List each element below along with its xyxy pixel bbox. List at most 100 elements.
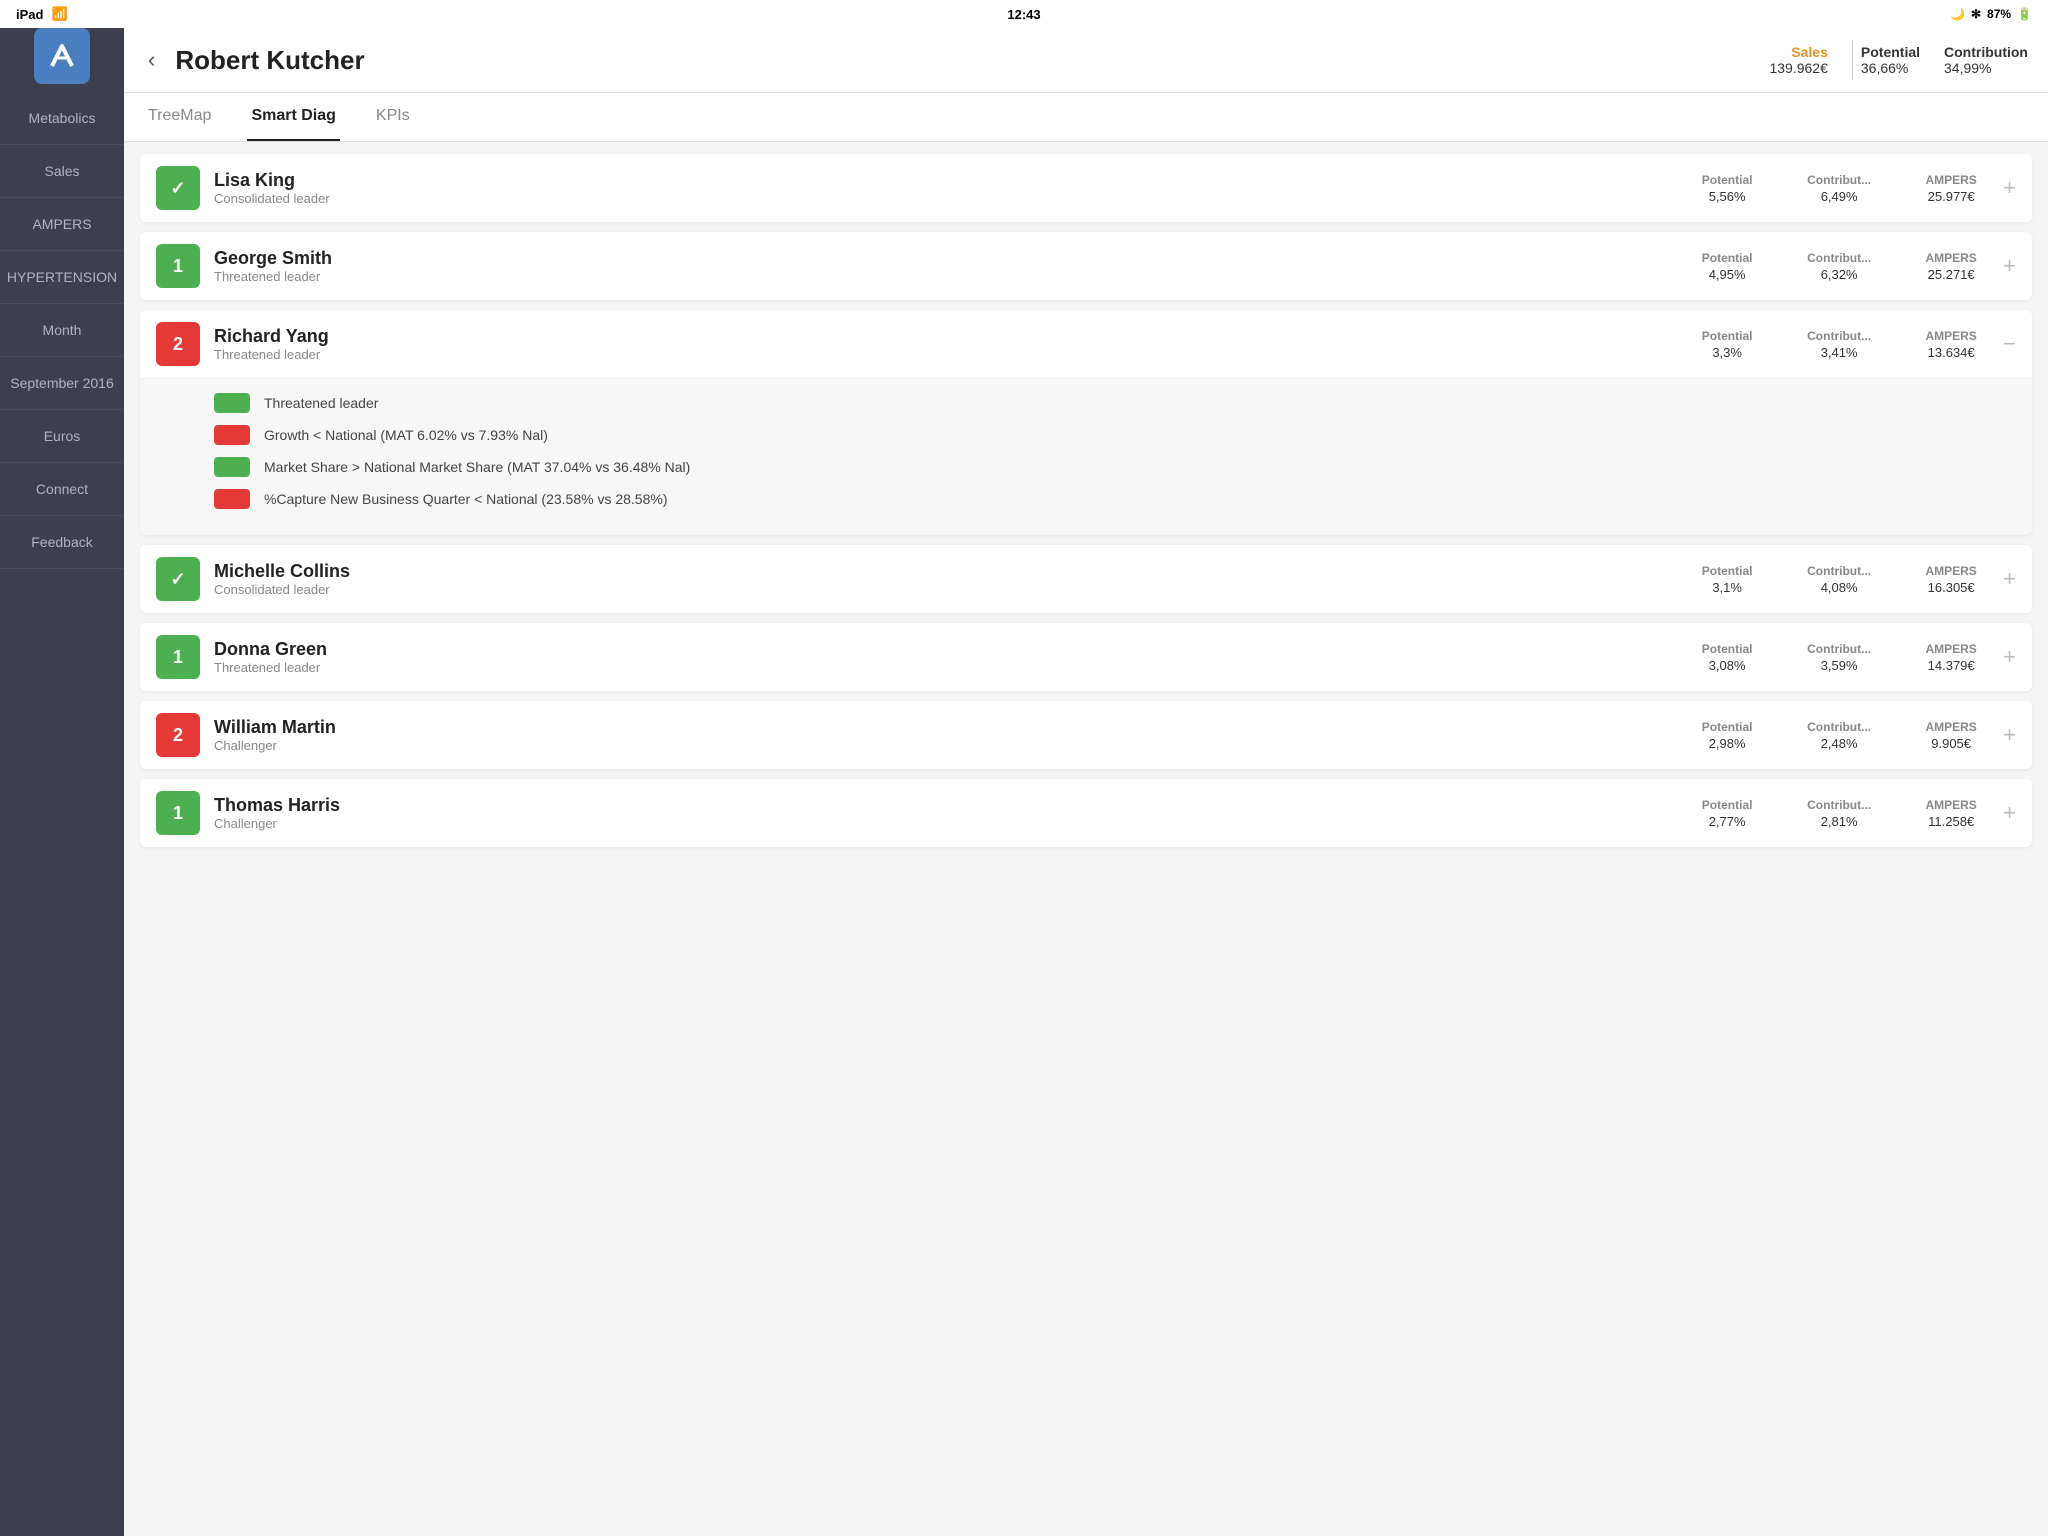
person-name-thomas-harris: Thomas Harris bbox=[214, 795, 1687, 816]
tab-kpis[interactable]: KPIs bbox=[372, 93, 414, 141]
person-info-william-martin: William Martin Challenger bbox=[214, 717, 1687, 753]
metric-contribution-george-smith: Contribut... 6,32% bbox=[1799, 251, 1879, 282]
person-info-thomas-harris: Thomas Harris Challenger bbox=[214, 795, 1687, 831]
person-name-william-martin: William Martin bbox=[214, 717, 1687, 738]
metric-ampers-william-martin: AMPERS 9.905€ bbox=[1911, 720, 1991, 751]
status-left: iPad 📶 bbox=[16, 6, 68, 22]
metric-contribution-michelle-collins: Contribut... 4,08% bbox=[1799, 564, 1879, 595]
ipad-label: iPad bbox=[16, 7, 43, 22]
person-row-donna-green[interactable]: 1 Donna Green Threatened leader Potentia… bbox=[140, 623, 2032, 691]
potential-value: 36,66% bbox=[1861, 60, 1920, 76]
expand-btn-donna-green[interactable]: + bbox=[2003, 644, 2016, 670]
app-logo[interactable] bbox=[34, 28, 90, 84]
potential-stat: Potential 36,66% bbox=[1861, 44, 1920, 76]
sales-value: 139.962€ bbox=[1769, 60, 1827, 76]
metric-potential-richard-yang: Potential 3,3% bbox=[1687, 329, 1767, 360]
detail-indicator bbox=[214, 489, 250, 509]
person-role-william-martin: Challenger bbox=[214, 738, 1687, 753]
person-role-donna-green: Threatened leader bbox=[214, 660, 1687, 675]
potential-contribution-stat: Potential 36,66% Contribution 34,99% bbox=[1861, 44, 2028, 76]
expand-btn-george-smith[interactable]: + bbox=[2003, 253, 2016, 279]
stat-divider bbox=[1852, 40, 1853, 80]
metric-ampers-lisa-king: AMPERS 25.977€ bbox=[1911, 173, 1991, 204]
metric-contribution-thomas-harris: Contribut... 2,81% bbox=[1799, 798, 1879, 829]
metric-ampers-george-smith: AMPERS 25.271€ bbox=[1911, 251, 1991, 282]
person-card-richard-yang: 2 Richard Yang Threatened leader Potenti… bbox=[140, 310, 2032, 535]
bluetooth-icon: ✻ bbox=[1971, 7, 1981, 21]
person-card-thomas-harris: 1 Thomas Harris Challenger Potential 2,7… bbox=[140, 779, 2032, 847]
person-metrics-william-martin: Potential 2,98% Contribut... 2,48% AMPER… bbox=[1687, 720, 1991, 751]
metric-contribution-william-martin: Contribut... 2,48% bbox=[1799, 720, 1879, 751]
metric-contribution-richard-yang: Contribut... 3,41% bbox=[1799, 329, 1879, 360]
expand-btn-lisa-king[interactable]: + bbox=[2003, 175, 2016, 201]
wifi-icon: 📶 bbox=[51, 6, 67, 22]
status-time: 12:43 bbox=[1007, 7, 1040, 22]
person-role-thomas-harris: Challenger bbox=[214, 816, 1687, 831]
metric-potential-george-smith: Potential 4,95% bbox=[1687, 251, 1767, 282]
metric-potential-william-martin: Potential 2,98% bbox=[1687, 720, 1767, 751]
person-detail-richard-yang: Threatened leader Growth < National (MAT… bbox=[140, 378, 2032, 535]
person-row-lisa-king[interactable]: ✓ Lisa King Consolidated leader Potentia… bbox=[140, 154, 2032, 222]
sidebar-item-hypertension[interactable]: HYPERTENSION bbox=[0, 251, 124, 304]
expand-btn-william-martin[interactable]: + bbox=[2003, 722, 2016, 748]
person-card-michelle-collins: ✓ Michelle Collins Consolidated leader P… bbox=[140, 545, 2032, 613]
person-info-richard-yang: Richard Yang Threatened leader bbox=[214, 326, 1687, 362]
person-info-george-smith: George Smith Threatened leader bbox=[214, 248, 1687, 284]
sidebar-item-sales[interactable]: Sales bbox=[0, 145, 124, 198]
metric-potential-michelle-collins: Potential 3,1% bbox=[1687, 564, 1767, 595]
sidebar-item-ampers[interactable]: AMPERS bbox=[0, 198, 124, 251]
detail-indicator bbox=[214, 393, 250, 413]
expand-btn-michelle-collins[interactable]: + bbox=[2003, 566, 2016, 592]
detail-row: %Capture New Business Quarter < National… bbox=[214, 489, 2012, 509]
expand-btn-richard-yang[interactable]: − bbox=[2003, 331, 2016, 357]
moon-icon: 🌙 bbox=[1950, 7, 1965, 21]
person-row-thomas-harris[interactable]: 1 Thomas Harris Challenger Potential 2,7… bbox=[140, 779, 2032, 847]
sidebar-nav: MetabolicsSalesAMPERSHYPERTENSIONMonthSe… bbox=[0, 92, 124, 569]
person-role-michelle-collins: Consolidated leader bbox=[214, 582, 1687, 597]
person-metrics-lisa-king: Potential 5,56% Contribut... 6,49% AMPER… bbox=[1687, 173, 1991, 204]
metric-contribution-lisa-king: Contribut... 6,49% bbox=[1799, 173, 1879, 204]
detail-text: Threatened leader bbox=[264, 395, 378, 411]
sidebar: MetabolicsSalesAMPERSHYPERTENSIONMonthSe… bbox=[0, 0, 124, 1536]
detail-text: Growth < National (MAT 6.02% vs 7.93% Na… bbox=[264, 427, 548, 443]
contribution-value: 34,99% bbox=[1944, 60, 2028, 76]
person-row-george-smith[interactable]: 1 George Smith Threatened leader Potenti… bbox=[140, 232, 2032, 300]
person-row-michelle-collins[interactable]: ✓ Michelle Collins Consolidated leader P… bbox=[140, 545, 2032, 613]
sidebar-item-euros[interactable]: Euros bbox=[0, 410, 124, 463]
sidebar-item-feedback[interactable]: Feedback bbox=[0, 516, 124, 569]
detail-indicator bbox=[214, 457, 250, 477]
metric-ampers-michelle-collins: AMPERS 16.305€ bbox=[1911, 564, 1991, 595]
sidebar-item-metabolics[interactable]: Metabolics bbox=[0, 92, 124, 145]
tab-smartdiag[interactable]: Smart Diag bbox=[247, 93, 339, 141]
status-right: 🌙 ✻ 87% 🔋 bbox=[1950, 7, 2032, 21]
sidebar-item-connect[interactable]: Connect bbox=[0, 463, 124, 516]
tab-bar: TreeMap Smart Diag KPIs bbox=[124, 93, 2048, 142]
tab-treemap[interactable]: TreeMap bbox=[144, 93, 215, 141]
person-name-donna-green: Donna Green bbox=[214, 639, 1687, 660]
person-card-george-smith: 1 George Smith Threatened leader Potenti… bbox=[140, 232, 2032, 300]
person-metrics-richard-yang: Potential 3,3% Contribut... 3,41% AMPERS… bbox=[1687, 329, 1991, 360]
header-stats: Sales 139.962€ Potential 36,66% Contribu… bbox=[1753, 40, 2028, 80]
persons-list: ✓ Lisa King Consolidated leader Potentia… bbox=[124, 142, 2048, 1536]
sales-label: Sales bbox=[1769, 44, 1827, 60]
battery-label: 87% bbox=[1987, 7, 2011, 21]
person-info-donna-green: Donna Green Threatened leader bbox=[214, 639, 1687, 675]
person-row-william-martin[interactable]: 2 William Martin Challenger Potential 2,… bbox=[140, 701, 2032, 769]
sidebar-item-september2016[interactable]: September 2016 bbox=[0, 357, 124, 410]
metric-ampers-thomas-harris: AMPERS 11.258€ bbox=[1911, 798, 1991, 829]
person-badge-richard-yang: 2 bbox=[156, 322, 200, 366]
metric-potential-thomas-harris: Potential 2,77% bbox=[1687, 798, 1767, 829]
detail-text: Market Share > National Market Share (MA… bbox=[264, 459, 690, 475]
person-row-richard-yang[interactable]: 2 Richard Yang Threatened leader Potenti… bbox=[140, 310, 2032, 378]
back-button[interactable]: ‹ bbox=[144, 43, 159, 77]
person-card-william-martin: 2 William Martin Challenger Potential 2,… bbox=[140, 701, 2032, 769]
sidebar-item-month[interactable]: Month bbox=[0, 304, 124, 357]
person-badge-george-smith: 1 bbox=[156, 244, 200, 288]
person-metrics-michelle-collins: Potential 3,1% Contribut... 4,08% AMPERS… bbox=[1687, 564, 1991, 595]
metric-potential-lisa-king: Potential 5,56% bbox=[1687, 173, 1767, 204]
person-badge-thomas-harris: 1 bbox=[156, 791, 200, 835]
detail-indicator bbox=[214, 425, 250, 445]
person-badge-william-martin: 2 bbox=[156, 713, 200, 757]
expand-btn-thomas-harris[interactable]: + bbox=[2003, 800, 2016, 826]
detail-row: Market Share > National Market Share (MA… bbox=[214, 457, 2012, 477]
